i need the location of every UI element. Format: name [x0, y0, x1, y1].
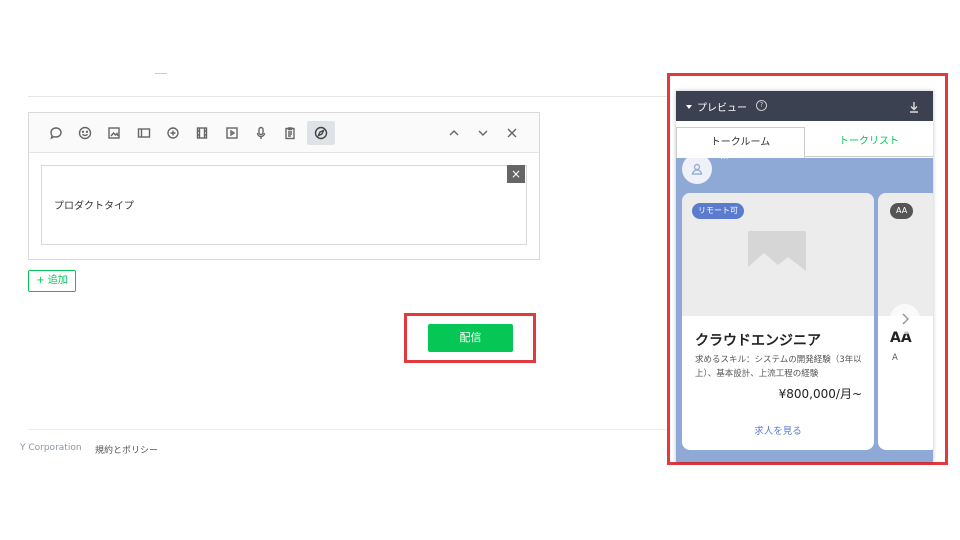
send-button[interactable]: 配信 [428, 324, 513, 352]
editor-toolbar [29, 113, 539, 153]
footer-policy-link[interactable]: 規約とポリシー [95, 443, 158, 456]
chevron-down-icon[interactable] [470, 121, 496, 145]
carousel-card: リモート可 クラウドエンジニア 求めるスキル：システムの開発経験（3年以上）、基… [682, 193, 874, 450]
play-icon[interactable] [219, 121, 245, 145]
card-image: AA [878, 193, 933, 316]
card-icon[interactable] [131, 121, 157, 145]
message-editor: プロダクトタイプ × [28, 112, 540, 260]
carousel-next-button[interactable] [890, 304, 920, 334]
image-icon[interactable] [101, 121, 127, 145]
emoji-icon[interactable] [72, 121, 98, 145]
card-badge: リモート可 [692, 203, 744, 219]
chevron-up-icon[interactable] [441, 121, 467, 145]
divider [155, 73, 167, 74]
card-action-link[interactable]: 求人を見る [682, 423, 874, 437]
video-icon[interactable] [189, 121, 215, 145]
preview-tabs: トークルーム トークリスト [676, 127, 933, 158]
remove-content-button[interactable]: × [507, 165, 525, 183]
chevron-right-icon [902, 313, 910, 325]
divider [28, 429, 668, 430]
preview-title: プレビュー [697, 103, 747, 114]
caret-down-icon [686, 105, 692, 109]
add-button[interactable]: + 追加 [28, 270, 76, 292]
card-image: リモート可 [682, 193, 874, 316]
preview-panel: プレビュー ? トークルーム トークリスト ... リモート可 クラウドエンジニ… [676, 91, 933, 462]
preview-header: プレビュー ? [676, 91, 933, 121]
content-text: プロダクトタイプ [54, 201, 134, 212]
help-icon[interactable]: ? [756, 100, 767, 111]
compass-icon[interactable] [307, 121, 335, 145]
avatar [682, 154, 712, 184]
page: プロダクトタイプ × + 追加 配信 Y Corporation 規約とポリシー… [0, 0, 960, 540]
chat-plus-icon[interactable] [160, 121, 186, 145]
tab-talk-list[interactable]: トークリスト [805, 127, 933, 157]
close-icon[interactable] [499, 121, 525, 145]
card-description: A [892, 353, 898, 363]
message-content-box[interactable]: プロダクトタイプ [41, 165, 527, 245]
card-badge: AA [890, 203, 914, 219]
speech-bubble-icon[interactable] [43, 121, 69, 145]
sender-name: ... [720, 152, 729, 162]
clipboard-icon[interactable] [277, 121, 303, 145]
mic-icon[interactable] [248, 121, 274, 145]
download-icon[interactable] [908, 99, 920, 113]
card-title: クラウドエンジニア [695, 333, 821, 349]
divider [28, 96, 668, 97]
chat-area: ... リモート可 クラウドエンジニア 求めるスキル：システムの開発経験（3年以… [676, 152, 933, 462]
footer-copyright: Y Corporation [20, 443, 82, 453]
user-icon [691, 163, 703, 175]
card-description: 求めるスキル：システムの開発経験（3年以上）、基本設計、上流工程の経験 [695, 355, 862, 379]
preview-toggle[interactable]: プレビュー [686, 99, 747, 114]
image-placeholder-icon [748, 231, 806, 277]
card-price: ¥800,000/月~ [778, 387, 862, 401]
